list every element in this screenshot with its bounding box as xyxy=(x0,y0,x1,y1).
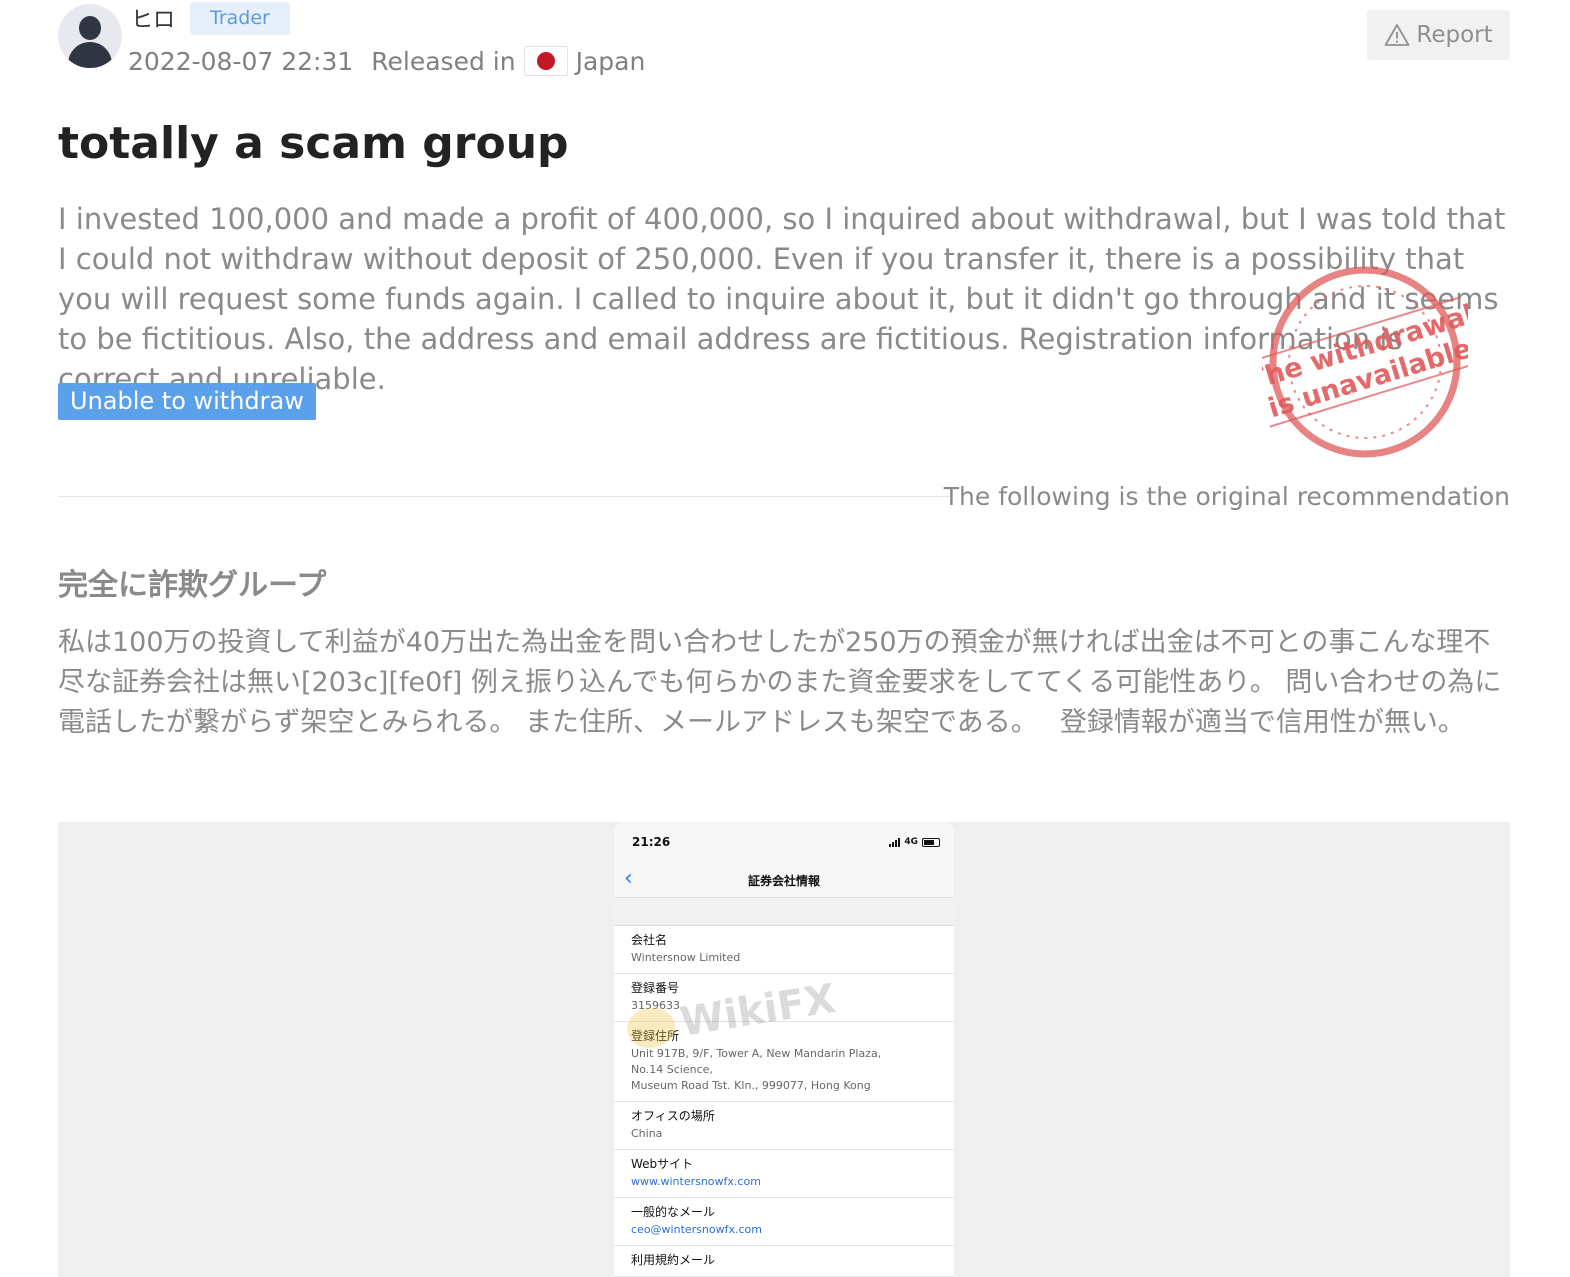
phone-section-gap xyxy=(614,898,954,926)
info-row-registration: 登録番号 3159633 xyxy=(614,974,954,1022)
email-link: ceo@wintersnowfx.com xyxy=(631,1223,762,1236)
website-link: www.wintersnowfx.com xyxy=(631,1175,761,1188)
post-meta: 2022-08-07 22:31 Released in Japan xyxy=(128,44,645,78)
battery-icon xyxy=(922,837,940,847)
attachment-image[interactable]: 21:26 4G ‹ 証券会社情報 会社名 Wintersnow Limited… xyxy=(58,822,1510,1277)
info-label: 登録番号 xyxy=(631,981,680,995)
japan-flag-icon xyxy=(523,46,568,76)
info-value-line: Unit 917B, 9/F, Tower A, New Mandarin Pl… xyxy=(631,1047,882,1060)
review-title: totally a scam group xyxy=(58,118,569,169)
original-title: 完全に詐欺グループ xyxy=(58,568,327,603)
info-row-office: オフィスの場所 China xyxy=(614,1102,954,1150)
original-label: The following is the original recommenda… xyxy=(943,482,1510,511)
info-value: Wintersnow Limited xyxy=(631,951,741,964)
info-value-line: Museum Road Tst. Kln., 999077, Hong Kong xyxy=(631,1079,871,1092)
warning-icon xyxy=(1384,24,1410,46)
role-badge: Trader xyxy=(190,2,290,35)
phone-screenshot: 21:26 4G ‹ 証券会社情報 会社名 Wintersnow Limited… xyxy=(614,822,954,1277)
issue-tag[interactable]: Unable to withdraw xyxy=(58,383,316,420)
phone-status-bar: 21:26 4G xyxy=(614,822,954,862)
report-label: Report xyxy=(1416,22,1493,48)
info-row-terms-email: 利用規約メール xyxy=(614,1246,954,1277)
signal-icon xyxy=(889,837,901,847)
info-row-email: 一般的なメール ceo@wintersnowfx.com xyxy=(614,1198,954,1246)
info-label: Webサイト xyxy=(631,1157,694,1171)
section-divider xyxy=(58,496,951,497)
username[interactable]: ヒロ xyxy=(131,2,175,34)
phone-time: 21:26 xyxy=(632,835,671,849)
released-label: Released in xyxy=(371,46,516,76)
phone-nav-title: 証券会社情報 xyxy=(747,874,820,888)
info-row-website: Webサイト www.wintersnowfx.com xyxy=(614,1150,954,1198)
info-row-address: 登録住所 Unit 917B, 9/F, Tower A, New Mandar… xyxy=(614,1022,954,1102)
avatar-torso xyxy=(68,42,112,68)
info-label: オフィスの場所 xyxy=(631,1109,715,1123)
info-value: China xyxy=(631,1127,663,1140)
info-value-line: No.14 Science, xyxy=(631,1063,713,1076)
avatar-head xyxy=(79,16,101,40)
country-name: Japan xyxy=(575,46,646,76)
info-row-company: 会社名 Wintersnow Limited xyxy=(614,926,954,974)
info-value: 3159633 xyxy=(631,999,680,1012)
user-avatar[interactable] xyxy=(58,4,122,68)
withdrawal-unavailable-stamp: The withdrawal is unavailable xyxy=(1262,266,1468,458)
info-label: 会社名 xyxy=(631,933,668,947)
info-label: 登録住所 xyxy=(631,1029,680,1043)
post-date: 2022-08-07 22:31 xyxy=(128,46,354,76)
info-label: 利用規約メール xyxy=(631,1253,716,1267)
original-body: 私は100万の投資して利益が40万出た為出金を問い合わせしたが250万の預金が無… xyxy=(58,627,1502,738)
network-label: 4G xyxy=(904,837,918,847)
info-label: 一般的なメール xyxy=(631,1205,716,1219)
report-button[interactable]: Report xyxy=(1367,10,1510,60)
phone-nav-bar: ‹ 証券会社情報 xyxy=(614,862,954,898)
